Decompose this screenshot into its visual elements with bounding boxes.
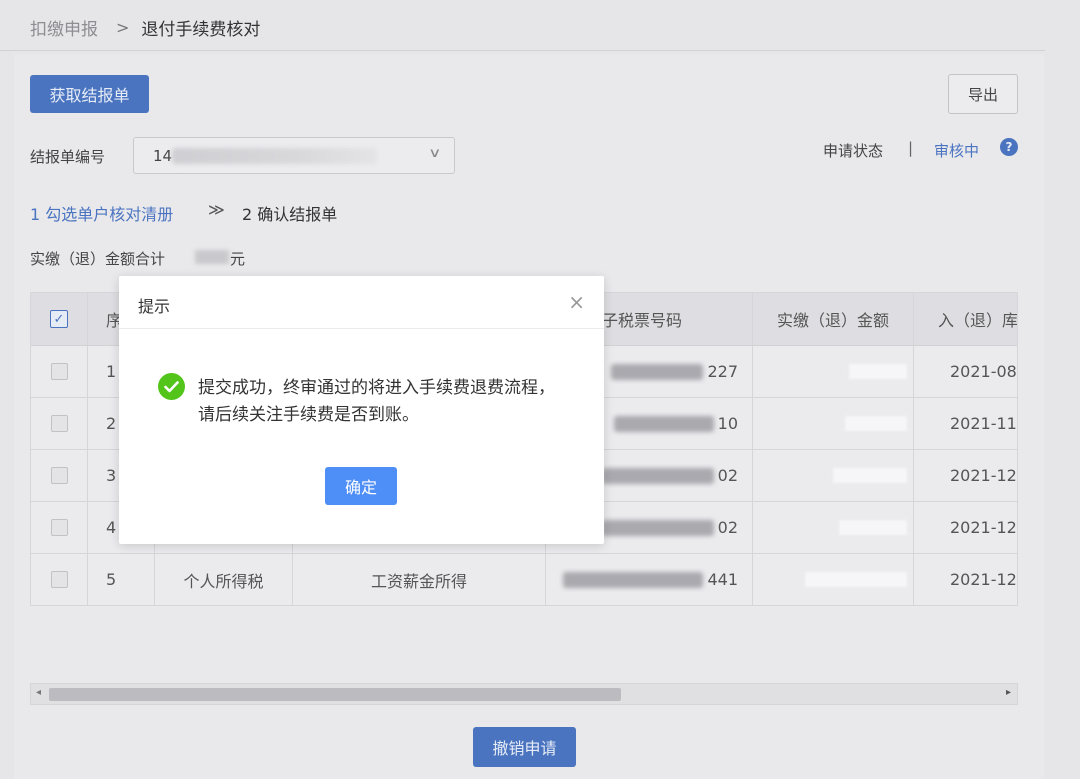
table-row[interactable]: 5 个人所得税 工资薪金所得 441 2021-12- <box>31 554 1018 605</box>
row-checkbox-cell <box>31 502 88 553</box>
help-icon[interactable]: ? <box>1000 138 1018 156</box>
ticket-suffix: 02 <box>717 518 738 537</box>
chevron-down-icon: ∨ <box>428 146 442 161</box>
row-amount <box>753 346 914 397</box>
sum-unit: 元 <box>230 250 246 268</box>
row-checkbox-cell <box>31 398 88 449</box>
step-arrow-icon: ≫ <box>208 200 225 219</box>
scroll-right-icon[interactable]: ▸ <box>1006 687 1011 698</box>
breadcrumb-parent[interactable]: 扣缴申报 <box>30 15 98 40</box>
row-checkbox[interactable] <box>50 467 68 484</box>
row-date: 2021-11- <box>950 414 1018 433</box>
row-date: 2021-08- <box>950 362 1018 381</box>
horizontal-scrollbar[interactable]: ◂ ▸ <box>30 683 1018 705</box>
row-amount <box>753 450 914 501</box>
redacted-amount <box>805 572 907 587</box>
header-amount: 实缴（退）金额 <box>753 293 914 345</box>
row-checkbox-cell <box>31 346 88 397</box>
report-no-label: 结报单编号 <box>30 148 106 166</box>
row-date: 2021-12- <box>950 466 1018 485</box>
dialog-message: 提交成功，终审通过的将进入手续费退费流程，请后续关注手续费是否到账。 <box>198 378 555 425</box>
row-amount <box>753 502 914 553</box>
row-index: 5 <box>88 554 155 605</box>
status-value: 审核中 <box>934 142 980 160</box>
row-date: 2021-12- <box>950 570 1018 589</box>
header-date: 入（退）库 <box>938 311 1018 330</box>
row-checkbox-cell <box>31 450 88 501</box>
success-dialog: 提示 × 提交成功，终审通过的将进入手续费退费流程，请后续关注手续费是否到账。 … <box>119 276 604 544</box>
ticket-suffix: 441 <box>707 570 738 589</box>
row-amount <box>753 554 914 605</box>
redacted-ticket <box>611 363 704 380</box>
status-label: 申请状态 <box>823 142 884 160</box>
select-all-checkbox[interactable]: ✓ <box>50 310 68 328</box>
report-no-value: 14 <box>153 147 173 165</box>
breadcrumb: 扣缴申报 > 退付手续费核对 <box>30 14 260 40</box>
scroll-left-icon[interactable]: ◂ <box>36 687 41 698</box>
header-divider <box>0 50 1045 51</box>
row-tax-item: 工资薪金所得 <box>293 554 546 605</box>
confirm-button[interactable]: 确定 <box>325 467 397 505</box>
row-ticket-no: 441 <box>546 554 753 605</box>
export-button[interactable]: 导出 <box>948 74 1018 114</box>
step-1-link[interactable]: 1 勾选单户核对清册 <box>30 201 173 225</box>
redacted-sum-value <box>195 250 229 264</box>
row-checkbox[interactable] <box>50 415 68 432</box>
redacted-ticket <box>563 571 704 588</box>
redacted-amount <box>833 468 907 483</box>
row-date: 2021-12- <box>950 518 1018 537</box>
ticket-suffix: 227 <box>707 362 738 381</box>
redacted-amount <box>849 364 907 379</box>
redacted-ticket <box>601 519 714 536</box>
redacted-ticket <box>601 467 714 484</box>
redacted-report-no <box>172 148 377 164</box>
scrollbar-thumb[interactable] <box>49 688 621 701</box>
fetch-report-button[interactable]: 获取结报单 <box>30 75 149 113</box>
row-tax-type: 个人所得税 <box>155 554 293 605</box>
sum-label: 实缴（退）金额合计 <box>30 250 166 268</box>
header-checkbox-cell: ✓ <box>31 293 88 345</box>
breadcrumb-separator-icon: > <box>116 17 130 37</box>
ticket-suffix: 02 <box>717 466 738 485</box>
breadcrumb-current: 退付手续费核对 <box>141 19 261 40</box>
step-2-label: 2 确认结报单 <box>242 205 338 224</box>
ticket-suffix: 10 <box>717 414 738 433</box>
redacted-amount <box>845 416 907 431</box>
redacted-ticket <box>613 415 714 432</box>
row-amount <box>753 398 914 449</box>
row-checkbox-cell <box>31 554 88 605</box>
dialog-title: 提示 <box>138 297 171 316</box>
close-icon[interactable]: × <box>568 292 585 312</box>
row-checkbox[interactable] <box>50 363 68 380</box>
status-separator: | <box>908 139 914 157</box>
revoke-application-button[interactable]: 撤销申请 <box>473 727 576 767</box>
dialog-divider <box>119 328 604 329</box>
report-no-select[interactable]: 14 ∨ <box>133 137 455 174</box>
redacted-amount <box>839 520 907 535</box>
success-check-icon <box>158 373 185 400</box>
row-checkbox[interactable] <box>50 571 68 588</box>
row-checkbox[interactable] <box>50 519 68 536</box>
